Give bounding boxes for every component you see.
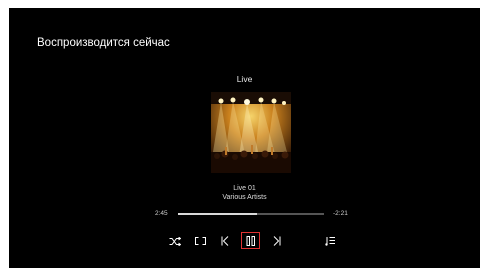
repeat-button[interactable]: [191, 232, 209, 250]
play-pause-button[interactable]: [241, 232, 260, 249]
album-title: Live: [236, 74, 253, 84]
page-title: Воспроизводится сейчас: [37, 37, 170, 49]
next-button[interactable]: [268, 232, 286, 250]
skip-next-icon: [273, 236, 281, 246]
repeat-icon: [194, 237, 206, 245]
remaining-time: -2:21: [333, 210, 348, 217]
queue-button[interactable]: [321, 232, 339, 250]
track-artist: Various Artists: [222, 194, 267, 201]
shuffle-icon: [169, 236, 181, 246]
shuffle-button[interactable]: [166, 232, 184, 250]
playback-controls: [9, 232, 480, 250]
skip-previous-icon: [221, 236, 229, 246]
progress-bar[interactable]: [178, 213, 324, 215]
progress-fill: [178, 213, 257, 215]
elapsed-time: 2:45: [155, 210, 168, 217]
pause-icon: [246, 235, 255, 246]
previous-button[interactable]: [216, 232, 234, 250]
album-art: [211, 92, 291, 173]
track-title: Live 01: [233, 185, 256, 192]
queue-icon: [325, 237, 335, 246]
player-screen: Воспроизводится сейчас Live Live 01 Vari…: [9, 8, 480, 268]
